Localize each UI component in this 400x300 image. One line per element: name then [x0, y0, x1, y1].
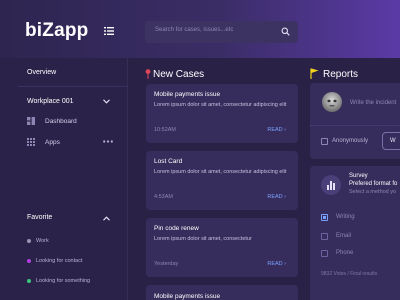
- case-description: Lorem ipsum dolor sit amet, consectetur: [154, 236, 252, 242]
- divider: [310, 125, 400, 126]
- favorite-label: Looking for contact: [36, 258, 83, 264]
- sidebar-item-overview[interactable]: Overview: [27, 69, 56, 76]
- chevron-up-icon[interactable]: [103, 216, 110, 221]
- read-link[interactable]: READ ›: [267, 194, 286, 200]
- case-time: 10:52AM: [154, 127, 177, 133]
- more-options-icon[interactable]: [103, 140, 113, 143]
- status-dot: [27, 259, 31, 263]
- option-label: Phone: [336, 250, 354, 256]
- case-title: Lost Card: [154, 158, 183, 165]
- favorite-label: Work: [36, 238, 49, 244]
- avatar: [322, 92, 342, 112]
- workplace-selector[interactable]: Workplace 001: [27, 98, 74, 105]
- app-logo[interactable]: biZapp: [25, 20, 88, 42]
- status-dot: [27, 239, 31, 243]
- case-description: Lorem ipsum dolor sit amet, consectetur …: [154, 169, 287, 175]
- face-icon: [327, 99, 337, 107]
- survey-card: Survey Prefered format fo Select a metho…: [310, 166, 400, 300]
- search-icon[interactable]: [281, 27, 290, 36]
- list-menu-icon[interactable]: [104, 27, 114, 35]
- case-title: Mobile payments issue: [154, 293, 221, 300]
- favorite-section-title[interactable]: Favorite: [27, 214, 52, 221]
- case-card[interactable]: Pin code renew Lorem ipsum dolor sit ame…: [146, 218, 298, 277]
- reports-title: Reports: [323, 69, 359, 80]
- favorite-label: Looking for something: [36, 278, 91, 284]
- option-label: Email: [336, 233, 352, 239]
- sidebar-divider: [18, 86, 128, 87]
- case-card[interactable]: Lost Card Lorem ipsum dolor sit amet, co…: [146, 151, 298, 210]
- survey-chart-icon: [321, 175, 341, 195]
- option-checkbox[interactable]: [321, 233, 328, 240]
- sidebar-item-label: Apps: [45, 139, 60, 146]
- new-cases-title: New Cases: [153, 69, 205, 80]
- submit-report-button[interactable]: W: [382, 132, 400, 150]
- case-time: Yesterday: [154, 261, 179, 267]
- anonymous-checkbox[interactable]: [321, 138, 328, 145]
- read-link[interactable]: READ ›: [267, 127, 286, 133]
- case-card[interactable]: Mobile payments issue Lorem ipsum dolor …: [146, 84, 298, 143]
- apps-grid-icon: [27, 138, 35, 146]
- survey-hint: Select a method yo: [349, 189, 397, 195]
- survey-votes: 9832 Votes / Final results: [321, 271, 378, 277]
- case-description: Lorem ipsum dolor sit amet, consectetur …: [154, 102, 287, 108]
- chevron-down-icon[interactable]: [103, 99, 110, 104]
- survey-question: Prefered format fo: [349, 181, 398, 187]
- case-title: Mobile payments issue: [154, 91, 221, 98]
- pin-icon: [145, 69, 151, 79]
- incident-input[interactable]: Write the incident: [350, 100, 396, 106]
- option-checkbox[interactable]: [321, 214, 328, 221]
- top-bar: biZapp Search for cases, issues...etc: [0, 0, 400, 58]
- status-dot: [27, 279, 31, 283]
- search-input[interactable]: Search for cases, issues...etc: [145, 21, 298, 43]
- survey-title: Survey: [349, 173, 368, 179]
- case-card[interactable]: Mobile payments issue: [146, 285, 298, 300]
- option-label: Writing: [336, 214, 355, 220]
- anonymous-label: Anonymously: [332, 138, 369, 144]
- case-time: 4:53AM: [154, 194, 173, 200]
- search-placeholder: Search for cases, issues...etc: [155, 27, 234, 33]
- read-link[interactable]: READ ›: [267, 261, 286, 267]
- report-composer: Write the incident Anonymously W: [310, 83, 400, 159]
- sidebar: Overview Workplace 001 Dashboard Apps Fa…: [0, 58, 128, 300]
- option-checkbox[interactable]: [321, 250, 328, 257]
- dashboard-icon: [27, 117, 35, 125]
- flag-icon: [310, 68, 319, 79]
- case-title: Pin code renew: [154, 225, 199, 232]
- sidebar-item-label: Dashboard: [45, 118, 77, 125]
